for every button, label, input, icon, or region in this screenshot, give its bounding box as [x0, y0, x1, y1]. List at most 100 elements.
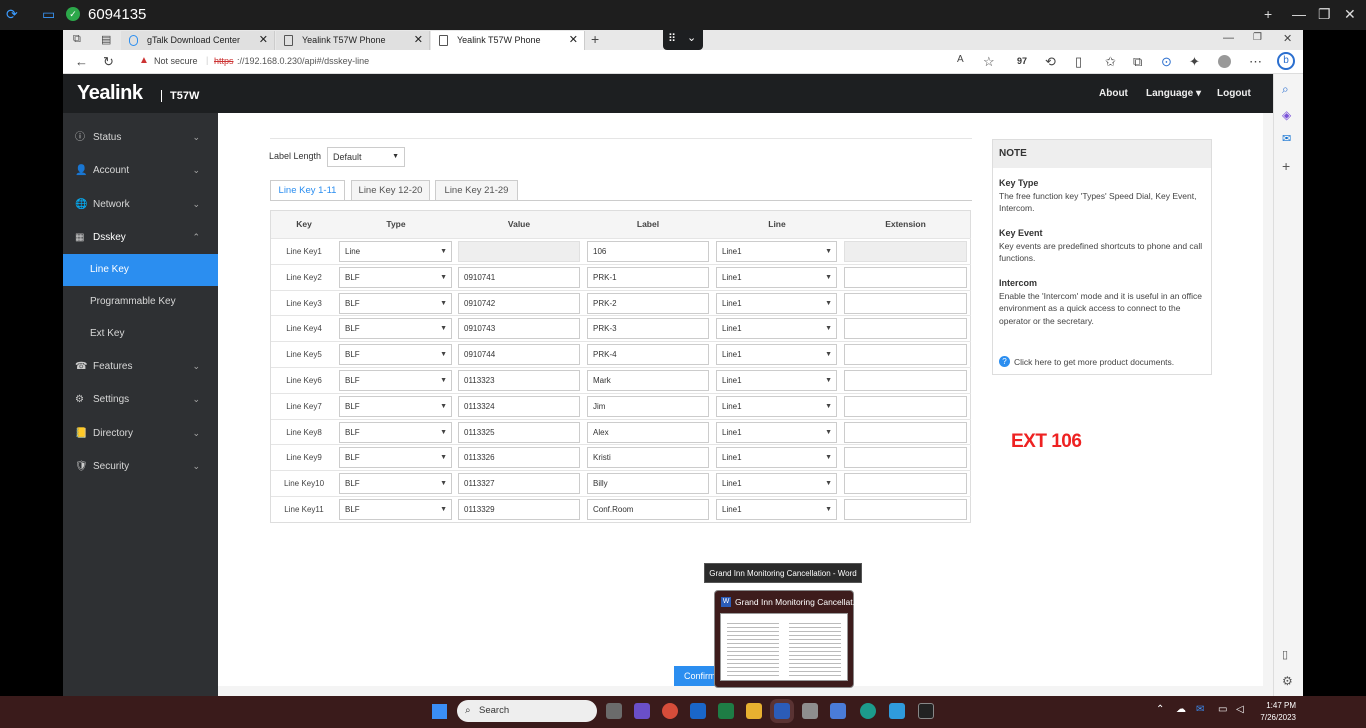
tab-line-key-21-29[interactable]: Line Key 21-29	[435, 180, 518, 201]
edge-icon[interactable]	[860, 703, 876, 719]
terminal-icon[interactable]	[918, 703, 934, 719]
value-input[interactable]: 0113323	[458, 370, 580, 391]
line-select[interactable]: Line1 ▼	[716, 318, 837, 340]
docs-link[interactable]: Click here to get more product documents…	[1014, 357, 1174, 367]
type-select[interactable]: BLF ▼	[339, 499, 452, 520]
type-select[interactable]: BLF ▼	[339, 266, 452, 288]
back-icon[interactable]: ←	[75, 54, 88, 69]
extension-input[interactable]	[844, 473, 967, 495]
file-explorer-icon[interactable]	[746, 703, 762, 719]
line-select[interactable]: Line1 ▼	[716, 499, 837, 520]
teams-icon[interactable]	[634, 703, 650, 719]
label-input[interactable]: Billy	[587, 473, 709, 495]
line-select[interactable]: Line1 ▼	[716, 395, 837, 417]
cloud-icon[interactable]: ☁	[1176, 704, 1186, 715]
sidebar-layout-icon[interactable]: ▯	[1282, 648, 1288, 661]
refresh-ext-icon[interactable]: ⟲	[1045, 54, 1056, 70]
type-select[interactable]: BLF ▼	[339, 473, 452, 495]
tab-close-icon[interactable]: ✕	[259, 31, 268, 50]
preview-thumbnail[interactable]	[720, 613, 848, 681]
system-clock[interactable]: 1:47 PM 7/26/2023	[1254, 700, 1296, 724]
tab-yealink-1[interactable]: Yealink T57W Phone ✕	[276, 31, 430, 50]
restore-icon[interactable]: ❐	[1253, 32, 1262, 43]
label-input[interactable]: PRK-4	[587, 344, 709, 366]
outlook-icon[interactable]	[690, 703, 706, 719]
value-input[interactable]: 0113325	[458, 421, 580, 443]
remote-app-icon[interactable]: ⟳	[6, 6, 18, 23]
new-tab-icon[interactable]: +	[591, 31, 599, 47]
start-icon[interactable]	[432, 704, 447, 719]
type-select[interactable]: BLF ▼	[339, 318, 452, 340]
extension-input[interactable]	[844, 499, 967, 520]
outlook-icon[interactable]: ✉	[1282, 132, 1291, 145]
extension-input[interactable]	[844, 344, 967, 366]
label-input[interactable]: 106	[587, 241, 709, 262]
label-input[interactable]: Alex	[587, 421, 709, 443]
nav-item-dsskey[interactable]: ▦ Dsskey ⌃	[63, 221, 218, 254]
close-icon[interactable]: ✕	[1344, 6, 1356, 23]
value-input[interactable]: 0113329	[458, 499, 580, 520]
chevron-up-icon[interactable]: ⌃	[1156, 704, 1164, 715]
favorites-icon[interactable]: ✩	[1105, 54, 1116, 70]
nav-item-settings[interactable]: ⚙ Settings ⌄	[63, 383, 218, 416]
line-select[interactable]: Line1 ▼	[716, 344, 837, 366]
restore-icon[interactable]: ❐	[1318, 6, 1331, 23]
label-input[interactable]: PRK-1	[587, 266, 709, 288]
type-select[interactable]: BLF ▼	[339, 370, 452, 391]
nav-item-security[interactable]: 🛡 Security ⌄	[63, 450, 218, 483]
outlook-tray-icon[interactable]: ✉	[1196, 704, 1204, 715]
nav-sub-programmable-key[interactable]: Programmable Key	[63, 286, 218, 318]
window-preview[interactable]: W Grand Inn Monitoring Cancellat...	[714, 590, 860, 688]
workspaces-icon[interactable]: ⧉	[73, 33, 81, 46]
nav-item-directory[interactable]: 📒 Directory ⌄	[63, 417, 218, 450]
downloads-icon[interactable]: ⊙	[1161, 54, 1172, 70]
label-input[interactable]: Kristi	[587, 447, 709, 469]
drive-icon[interactable]	[830, 703, 846, 719]
label-input[interactable]: PRK-2	[587, 292, 709, 314]
label-input[interactable]: Conf.Room	[587, 499, 709, 520]
extension-input[interactable]	[844, 421, 967, 443]
minimize-icon[interactable]: —	[1292, 6, 1306, 22]
line-select[interactable]: Line1 ▼	[716, 266, 837, 288]
type-select[interactable]: Line ▼	[339, 241, 452, 262]
profile-avatar[interactable]	[1218, 55, 1231, 68]
value-input[interactable]: 0113327	[458, 473, 580, 495]
extension-badge[interactable]: 97	[1017, 56, 1027, 66]
extension-input[interactable]	[844, 395, 967, 417]
value-input[interactable]: 0910743	[458, 318, 580, 340]
minimize-icon[interactable]: —	[1223, 32, 1234, 44]
tab-line-key-1-11[interactable]: Line Key 1-11	[270, 180, 345, 201]
nav-sub-line-key[interactable]: Line Key	[63, 254, 218, 286]
nav-item-network[interactable]: 🌐 Network ⌄	[63, 188, 218, 221]
snipping-icon[interactable]	[802, 703, 818, 719]
tab-close-icon[interactable]: ✕	[569, 31, 578, 50]
settings-icon[interactable]: ⚙	[1282, 674, 1293, 688]
refresh-icon[interactable]: ↻	[103, 54, 114, 70]
bing-chat-icon[interactable]: b	[1277, 52, 1295, 70]
url-scheme[interactable]: https	[214, 56, 234, 66]
grid-icon[interactable]: ⠿	[668, 32, 676, 45]
tab-line-key-12-20[interactable]: Line Key 12-20	[351, 180, 430, 201]
about-link[interactable]: About	[1099, 88, 1128, 99]
value-input[interactable]: 0113324	[458, 395, 580, 417]
task-view-icon[interactable]	[606, 703, 622, 719]
security-status[interactable]: Not secure	[154, 56, 198, 66]
nav-item-features[interactable]: ☎ Features ⌄	[63, 350, 218, 383]
type-select[interactable]: BLF ▼	[339, 447, 452, 469]
type-select[interactable]: BLF ▼	[339, 292, 452, 314]
games-icon[interactable]: ◈	[1282, 108, 1291, 122]
logout-link[interactable]: Logout	[1217, 88, 1251, 99]
excel-icon[interactable]	[718, 703, 734, 719]
remote-app-icon[interactable]	[889, 703, 905, 719]
line-select[interactable]: Line1 ▼	[716, 473, 837, 495]
type-select[interactable]: BLF ▼	[339, 395, 452, 417]
chrome-icon[interactable]	[662, 703, 678, 719]
label-input[interactable]: Mark	[587, 370, 709, 391]
favorite-icon[interactable]: ☆	[983, 54, 995, 70]
extension-input[interactable]	[844, 447, 967, 469]
network-icon[interactable]: ▭	[1218, 704, 1227, 715]
nav-item-status[interactable]: ⓘ Status ⌄	[63, 121, 218, 154]
type-select[interactable]: BLF ▼	[339, 344, 452, 366]
split-screen-icon[interactable]: ▯	[1075, 54, 1082, 70]
extension-input[interactable]	[844, 318, 967, 340]
